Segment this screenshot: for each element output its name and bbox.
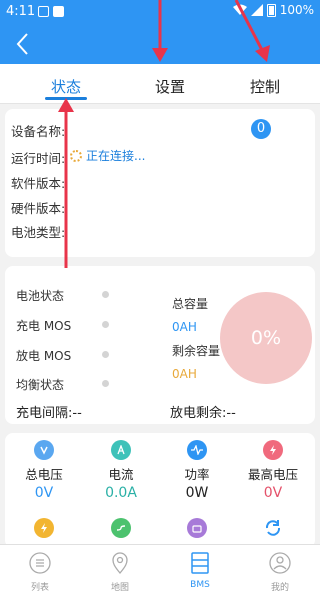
annotation-arrows (58, 0, 270, 268)
arrow-to-control-tab (234, 0, 270, 62)
arrow-to-settings-tab (152, 0, 168, 62)
arrow-to-status-tab (58, 98, 74, 268)
